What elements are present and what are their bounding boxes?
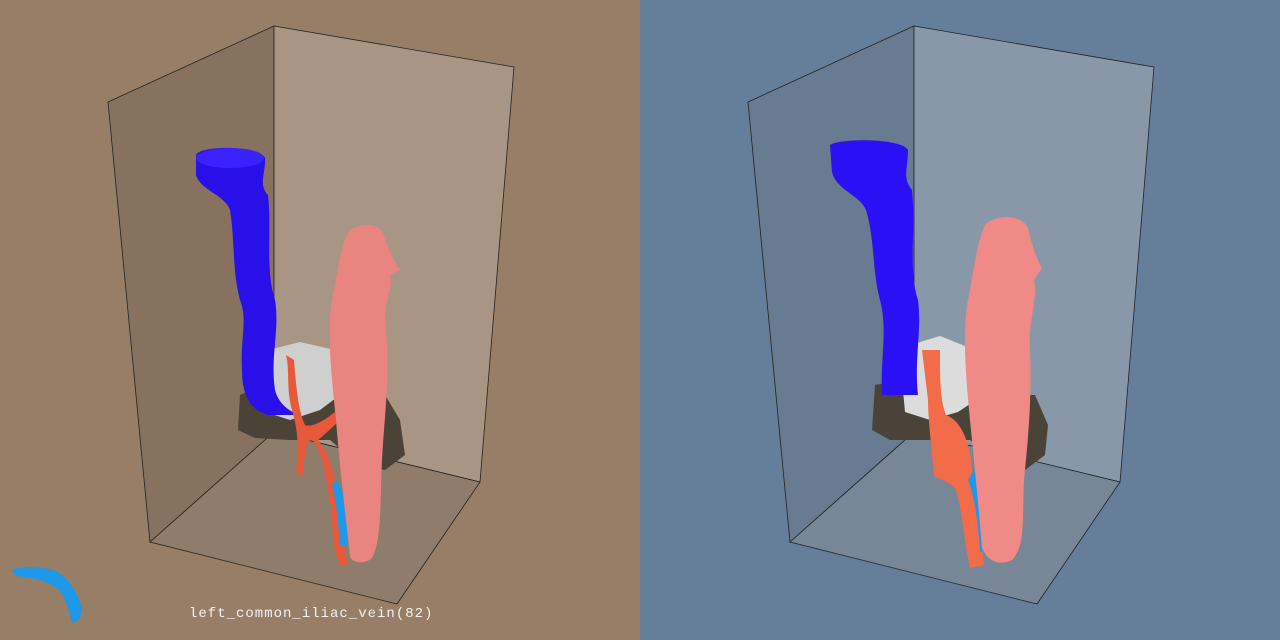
surface-scene — [107, 25, 515, 605]
voxel-scene — [747, 25, 1155, 605]
left-common-iliac-vein-thumbnail-icon — [11, 567, 82, 623]
ivc-top-cap — [196, 148, 264, 168]
surface-render-viewport[interactable]: left_common_iliac_vein(82) — [0, 0, 640, 640]
selected-structure-label: left_common_iliac_vein(82) — [189, 606, 434, 622]
voxel-render-viewport[interactable] — [640, 0, 1280, 640]
selected-structure-thumbnail — [11, 567, 82, 623]
